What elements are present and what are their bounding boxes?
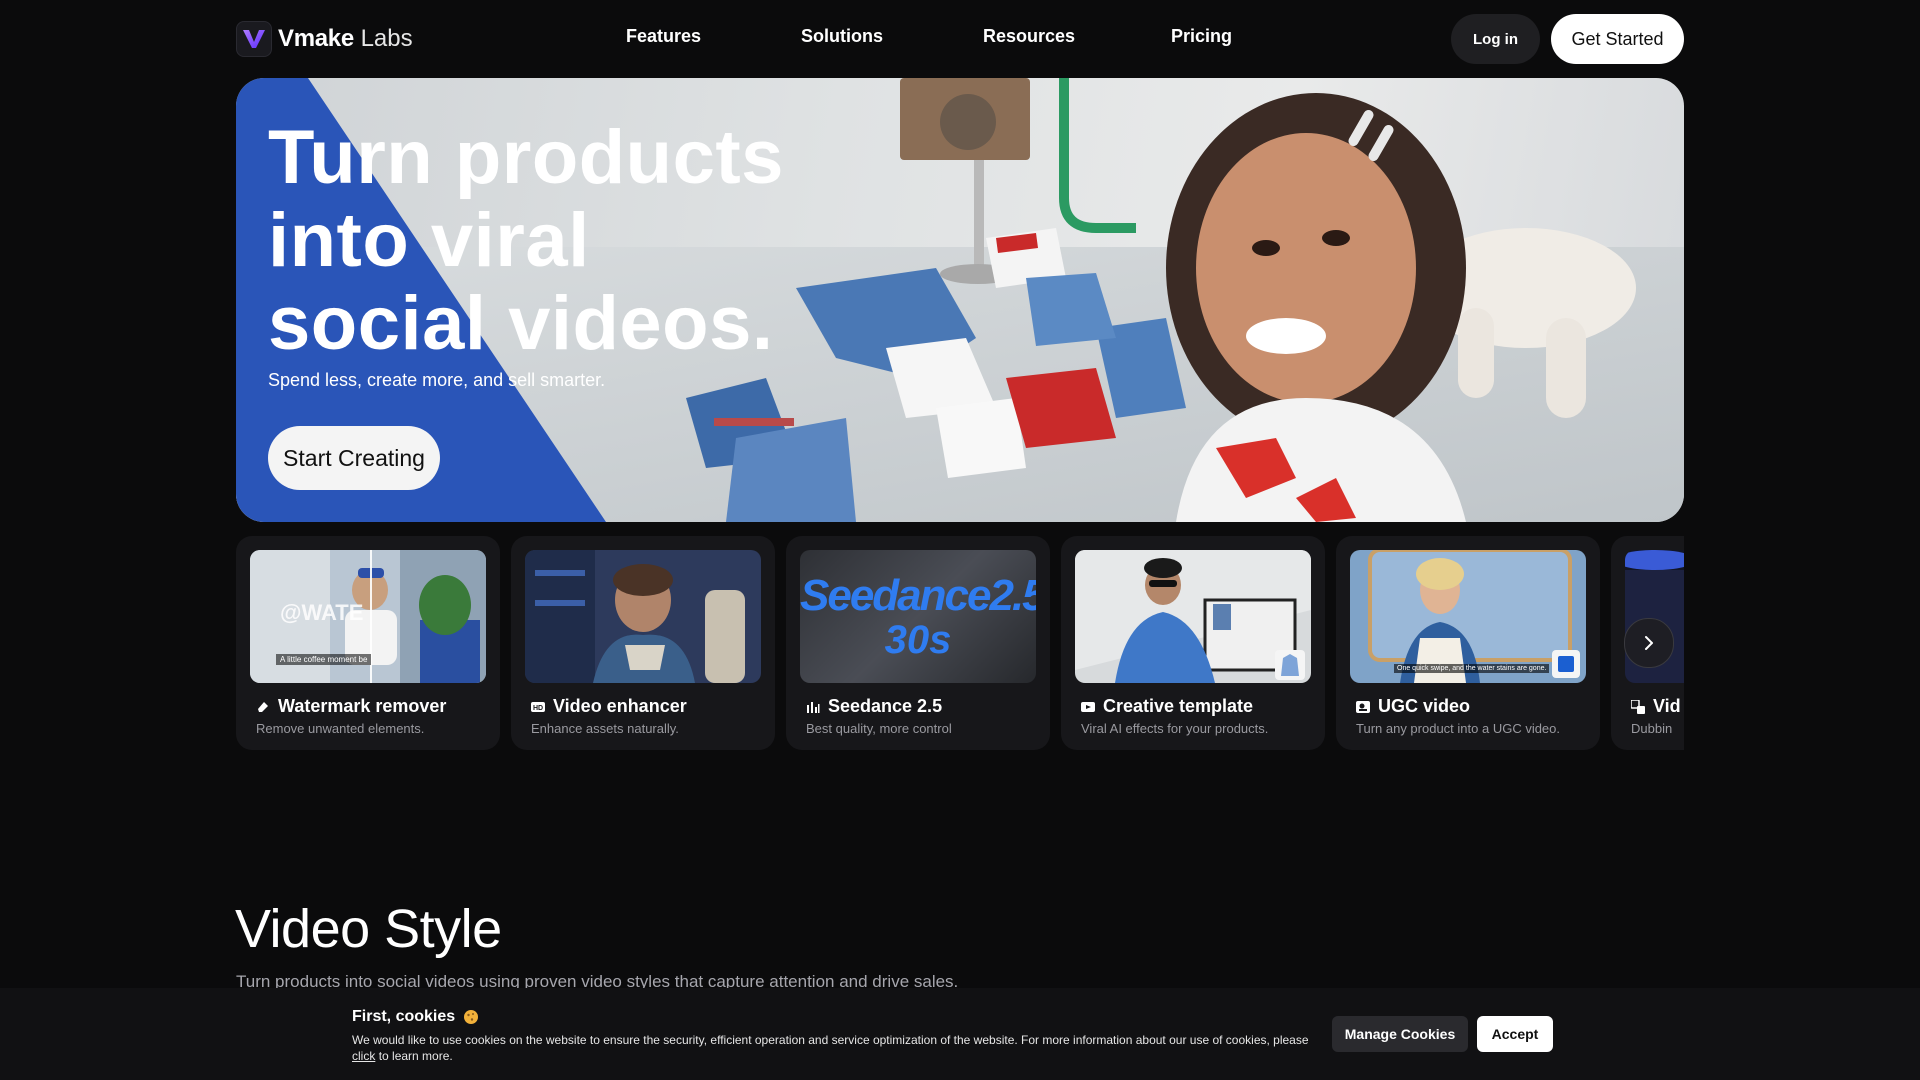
card-ugc-video[interactable]: One quick swipe, and the water stains ar… bbox=[1336, 536, 1600, 750]
cookie-text: We would like to use cookies on the webs… bbox=[352, 1032, 1318, 1064]
cookie-title: First, cookies bbox=[352, 1008, 456, 1025]
hd-icon: HD bbox=[531, 701, 545, 712]
card-title: UGC video bbox=[1378, 696, 1471, 716]
hero-banner: Turn products into viral social videos. … bbox=[236, 78, 1684, 522]
card-thumbnail bbox=[525, 550, 761, 683]
template-icon bbox=[1081, 701, 1095, 712]
card-title-row: Creative template bbox=[1081, 696, 1253, 717]
card-title: Creative template bbox=[1103, 696, 1254, 716]
card-description: Best quality, more control bbox=[806, 721, 952, 736]
card-seedance[interactable]: Seedance2.5 30s Seedance 2.5 Best qualit… bbox=[786, 536, 1050, 750]
eraser-icon bbox=[258, 701, 268, 712]
cookie-message: We would like to use cookies on the webs… bbox=[352, 1033, 1309, 1047]
brand-name: Vmake Labs bbox=[278, 25, 413, 52]
section-title: Video Style bbox=[235, 899, 502, 959]
cookie-message-end: to learn more. bbox=[378, 1049, 453, 1063]
svg-text:HD: HD bbox=[533, 705, 543, 712]
site-header: Vmake Labs Features Solutions Resources … bbox=[0, 0, 1920, 78]
login-button[interactable]: Log in bbox=[1451, 14, 1540, 64]
hero-title: Turn products into viral social videos. bbox=[268, 115, 784, 366]
card-description: Viral AI effects for your products. bbox=[1081, 721, 1269, 736]
cookie-banner: First, cookies We would like to use cook… bbox=[0, 988, 1920, 1080]
card-description: Dubbin bbox=[1631, 721, 1673, 736]
nav-pricing[interactable]: Pricing bbox=[1171, 26, 1232, 47]
cookie-learn-more-link[interactable]: click bbox=[352, 1049, 375, 1063]
ugc-icon bbox=[1356, 700, 1370, 713]
card-video-enhancer[interactable]: HD Video enhancer Enhance assets natural… bbox=[511, 536, 775, 750]
card-title-row: HD Video enhancer bbox=[531, 696, 687, 717]
nav-features[interactable]: Features bbox=[626, 26, 701, 47]
card-title: Vid bbox=[1653, 696, 1681, 716]
carousel-next-button[interactable] bbox=[1624, 618, 1674, 668]
translate-icon bbox=[1631, 699, 1645, 714]
nav-resources[interactable]: Resources bbox=[983, 26, 1075, 47]
card-title-row: UGC video bbox=[1356, 696, 1470, 717]
card-description: Turn any product into a UGC video. bbox=[1356, 721, 1561, 736]
manage-cookies-button[interactable]: Manage Cookies bbox=[1332, 1016, 1468, 1052]
card-title: Seedance 2.5 bbox=[828, 696, 943, 716]
card-title-row: Seedance 2.5 bbox=[806, 696, 942, 717]
card-creative-template[interactable]: Creative template Viral AI effects for y… bbox=[1061, 536, 1325, 750]
seedance-logo-text: Seedance2.5 bbox=[800, 571, 1036, 620]
watermark-text: @WATE bbox=[280, 600, 364, 625]
chevron-right-icon bbox=[1645, 636, 1653, 650]
card-description: Enhance assets naturally. bbox=[531, 721, 679, 736]
thumb-caption: A little coffee moment be bbox=[276, 654, 372, 665]
nav-solutions[interactable]: Solutions bbox=[801, 26, 883, 47]
hero-subtitle: Spend less, create more, and sell smarte… bbox=[268, 370, 606, 390]
card-title: Video enhancer bbox=[553, 696, 687, 716]
bars-icon bbox=[807, 701, 820, 713]
seedance-duration-text: 30s bbox=[884, 618, 952, 662]
card-watermark-remover[interactable]: @WATE A little coffee moment be Watermar… bbox=[236, 536, 500, 750]
get-started-button[interactable]: Get Started bbox=[1551, 14, 1684, 64]
card-thumbnail: One quick swipe, and the water stains ar… bbox=[1350, 550, 1586, 683]
brand-logo[interactable]: Vmake Labs bbox=[236, 21, 413, 57]
thumb-caption: One quick swipe, and the water stains ar… bbox=[1394, 664, 1550, 673]
card-title: Watermark remover bbox=[278, 696, 447, 716]
card-thumbnail: Seedance2.5 30s bbox=[800, 550, 1036, 683]
card-description: Remove unwanted elements. bbox=[256, 721, 425, 736]
card-thumbnail bbox=[1075, 550, 1311, 683]
vmake-logo-icon bbox=[236, 21, 272, 57]
cookie-icon bbox=[464, 1010, 479, 1024]
card-title-row: Watermark remover bbox=[256, 696, 446, 717]
card-title-row: Vid bbox=[1631, 696, 1681, 717]
accept-cookies-button[interactable]: Accept bbox=[1477, 1016, 1553, 1052]
feature-carousel: @WATE A little coffee moment be Watermar… bbox=[236, 536, 1684, 750]
start-creating-button[interactable]: Start Creating bbox=[268, 426, 440, 490]
cookie-title-row: First, cookies bbox=[352, 1008, 479, 1026]
card-thumbnail: @WATE A little coffee moment be bbox=[250, 550, 486, 683]
